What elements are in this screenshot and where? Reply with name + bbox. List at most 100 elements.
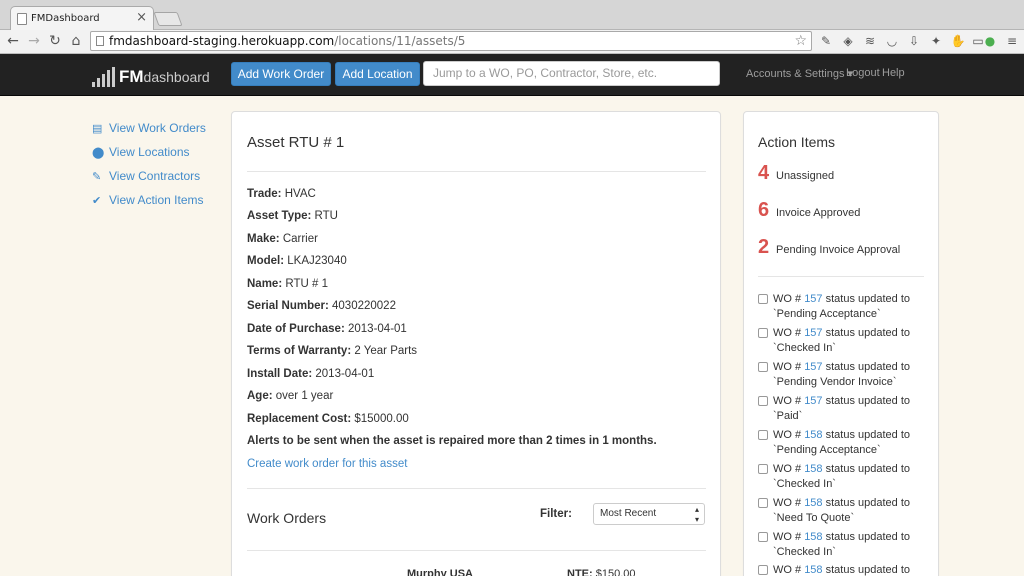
- wo-prefix: WO #: [773, 429, 802, 441]
- update-status: `Pending Acceptance`: [773, 444, 881, 456]
- update-checkbox[interactable]: [758, 532, 768, 542]
- wrench-extension-icon[interactable]: ✎: [818, 33, 834, 49]
- wo-number-link[interactable]: 158: [804, 564, 822, 576]
- update-text: status updated to: [825, 531, 911, 543]
- pin-extension-icon[interactable]: ✋: [950, 33, 966, 49]
- update-text: status updated to: [825, 293, 911, 305]
- logo-dashboard: dashboard: [143, 69, 210, 85]
- reload-icon[interactable]: ↻: [46, 32, 64, 50]
- asset-title: Asset RTU # 1: [247, 134, 345, 151]
- wo-prefix: WO #: [773, 497, 802, 509]
- wrench-icon: ✎: [92, 170, 102, 183]
- field-label: Model:: [247, 255, 285, 267]
- update-line: WO # 158 status updated to: [773, 428, 910, 443]
- field-label: Terms of Warranty:: [247, 345, 352, 357]
- wo-number-link[interactable]: 158: [804, 429, 822, 441]
- field-value: HVAC: [284, 188, 316, 200]
- sidebar-item-contractors[interactable]: ✎ View Contractors: [92, 164, 206, 188]
- update-checkbox[interactable]: [758, 498, 768, 508]
- wo-number-link[interactable]: 158: [804, 463, 822, 475]
- update-checkbox[interactable]: [758, 294, 768, 304]
- stat-count: 6: [758, 199, 770, 221]
- update-text: status updated to: [825, 361, 911, 373]
- filter-select[interactable]: Most Recent ▴ ▾: [593, 503, 705, 525]
- field-label: Date of Purchase:: [247, 323, 345, 335]
- address-bar[interactable]: fmdashboard-staging.herokuapp.com/locati…: [90, 31, 812, 51]
- field-value: RTU # 1: [285, 278, 328, 290]
- browser-toolbar: ← → ↻ ⌂ fmdashboard-staging.herokuapp.co…: [0, 30, 1024, 54]
- field-label: Name:: [247, 278, 283, 290]
- download-extension-icon[interactable]: ⇩: [906, 33, 922, 49]
- list-icon: ▤: [92, 122, 103, 135]
- update-text: status updated to: [825, 497, 911, 509]
- update-checkbox[interactable]: [758, 328, 768, 338]
- stat-unassigned[interactable]: 4 Unassigned: [758, 162, 834, 185]
- update-line: WO # 157 status updated to: [773, 326, 910, 341]
- browser-tab[interactable]: FMDashboard ×: [10, 6, 154, 30]
- home-icon[interactable]: ⌂: [67, 32, 85, 50]
- field-age: Age: over 1 year: [247, 390, 333, 402]
- field-label: Serial Number:: [247, 300, 329, 312]
- update-checkbox[interactable]: [758, 430, 768, 440]
- close-tab-icon[interactable]: ×: [136, 10, 147, 25]
- puzzle-extension-icon[interactable]: ✦: [928, 33, 944, 49]
- wo-number-link[interactable]: 158: [804, 531, 822, 543]
- update-line: WO # 157 status updated to: [773, 394, 910, 409]
- page-icon: [96, 36, 104, 46]
- wo-number-link[interactable]: 157: [804, 361, 822, 373]
- wo-prefix: WO #: [773, 395, 802, 407]
- pocket-extension-icon[interactable]: ◡: [884, 33, 900, 49]
- sidebar-item-work-orders[interactable]: ▤ View Work Orders: [92, 116, 206, 140]
- signal-bars-icon: [92, 67, 115, 87]
- add-location-button[interactable]: Add Location: [335, 62, 420, 86]
- update-line: WO # 158 status updated to: [773, 496, 910, 511]
- forward-arrow-icon[interactable]: →: [25, 32, 43, 50]
- field-name: Name: RTU # 1: [247, 278, 328, 290]
- stat-label: Pending Invoice Approval: [776, 244, 901, 256]
- update-line: WO # 157 status updated to: [773, 360, 910, 375]
- update-status: `Checked In`: [773, 478, 836, 490]
- work-order-nte: NTE: $150.00: [567, 568, 636, 576]
- wo-number-link[interactable]: 157: [804, 395, 822, 407]
- stat-count: 4: [758, 162, 770, 184]
- update-checkbox[interactable]: [758, 464, 768, 474]
- sidebar-item-label: View Work Orders: [109, 121, 206, 135]
- fm-dashboard-logo[interactable]: FM dashboard: [92, 63, 210, 87]
- update-checkbox[interactable]: [758, 565, 768, 575]
- url-host: fmdashboard-staging.herokuapp.com: [109, 34, 335, 48]
- help-link[interactable]: Help: [882, 67, 905, 79]
- field-make: Make: Carrier: [247, 233, 318, 245]
- asset-panel: Asset RTU # 1 Trade: HVAC Asset Type: RT…: [231, 111, 721, 576]
- chrome-menu-icon[interactable]: ≡: [1004, 33, 1020, 49]
- wo-number-link[interactable]: 157: [804, 293, 822, 305]
- sidebar-item-locations[interactable]: ⬤ View Locations: [92, 140, 206, 164]
- stat-invoice-approved[interactable]: 6 Invoice Approved: [758, 199, 860, 222]
- wo-number-link[interactable]: 157: [804, 327, 822, 339]
- back-arrow-icon[interactable]: ←: [4, 32, 22, 50]
- wo-number-link[interactable]: 158: [804, 497, 822, 509]
- logout-link[interactable]: Logout: [846, 67, 880, 79]
- update-checkbox[interactable]: [758, 396, 768, 406]
- motorola-extension-icon[interactable]: ●: [982, 33, 998, 49]
- field-model: Model: LKAJ23040: [247, 255, 347, 267]
- layers-extension-icon[interactable]: ≋: [862, 33, 878, 49]
- update-checkbox[interactable]: [758, 362, 768, 372]
- sidebar-item-label: View Locations: [109, 145, 190, 159]
- wo-prefix: WO #: [773, 531, 802, 543]
- stat-pending-invoice-approval[interactable]: 2 Pending Invoice Approval: [758, 236, 900, 259]
- wo-prefix: WO #: [773, 463, 802, 475]
- tab-title: FMDashboard: [31, 13, 100, 24]
- bookmark-star-icon[interactable]: ☆: [794, 32, 807, 50]
- sidebar-item-action-items[interactable]: ✔ View Action Items: [92, 188, 206, 212]
- tag-extension-icon[interactable]: ◈: [840, 33, 856, 49]
- stat-count: 2: [758, 236, 770, 258]
- create-work-order-link[interactable]: Create work order for this asset: [247, 458, 407, 470]
- update-text: status updated to: [825, 564, 911, 576]
- new-tab-button[interactable]: [153, 12, 183, 26]
- accounts-settings-dropdown[interactable]: Accounts & Settings ▾: [746, 67, 853, 80]
- update-status: `Checked In`: [773, 342, 836, 354]
- field-value: RTU: [314, 210, 338, 222]
- add-work-order-button[interactable]: Add Work Order: [231, 62, 331, 86]
- browser-tabstrip: FMDashboard ×: [0, 0, 1024, 30]
- jump-search-input[interactable]: Jump to a WO, PO, Contractor, Store, etc…: [423, 61, 720, 86]
